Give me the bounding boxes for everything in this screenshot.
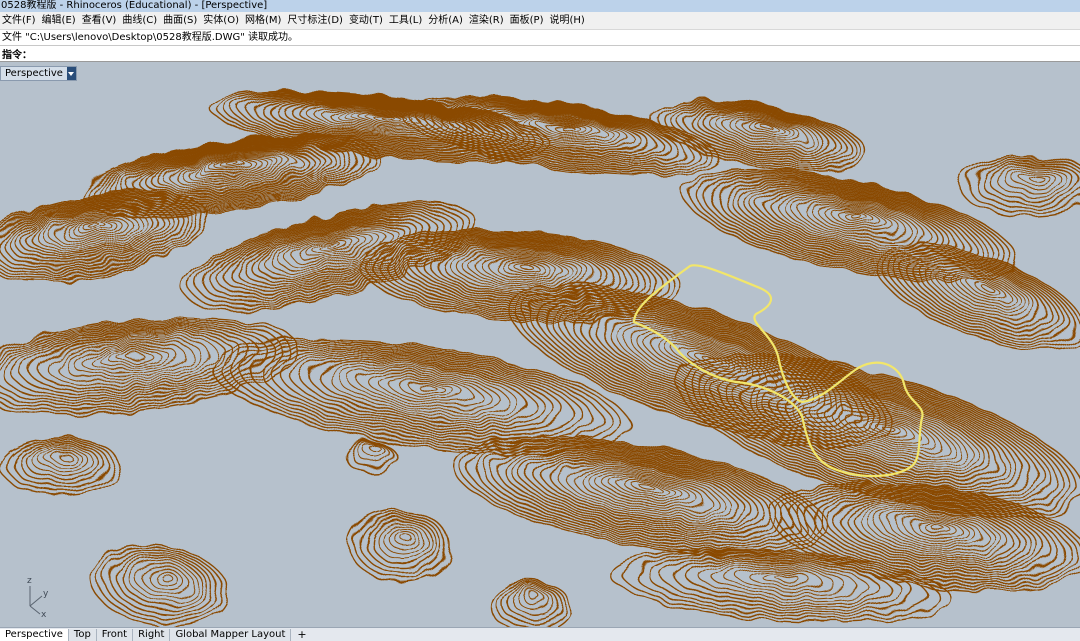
window-titlebar: 0528教程版 - Rhinoceros (Educational) - [Pe…	[0, 0, 1080, 12]
menu-edit[interactable]: 编辑(E)	[40, 12, 80, 29]
viewport-tab-bar: Perspective Top Front Right Global Mappe…	[0, 627, 1080, 641]
menu-analyze[interactable]: 分析(A)	[426, 12, 467, 29]
terrain-contour-model[interactable]	[0, 66, 1080, 627]
viewport-perspective[interactable]: Perspective z y x	[0, 62, 1080, 627]
window-title: 0528教程版 - Rhinoceros (Educational) - [Pe…	[1, 0, 268, 11]
menu-solid[interactable]: 实体(O)	[201, 12, 243, 29]
tab-top[interactable]: Top	[68, 629, 97, 641]
menu-help[interactable]: 说明(H)	[548, 12, 589, 29]
menu-transform[interactable]: 变动(T)	[347, 12, 387, 29]
command-history: 文件 "C:\Users\lenovo\Desktop\0528教程版.DWG"…	[0, 30, 1080, 45]
menu-surface[interactable]: 曲面(S)	[161, 12, 201, 29]
command-input[interactable]	[32, 46, 1080, 61]
tab-perspective[interactable]: Perspective	[0, 629, 69, 641]
axis-label-y: y	[43, 589, 49, 599]
tab-right[interactable]: Right	[133, 629, 171, 641]
menu-dimension[interactable]: 尺寸标注(D)	[285, 12, 347, 29]
menu-mesh[interactable]: 网格(M)	[243, 12, 285, 29]
viewport-title-tab[interactable]: Perspective	[0, 66, 77, 81]
axis-label-x: x	[41, 610, 47, 618]
menu-panels[interactable]: 面板(P)	[508, 12, 548, 29]
command-prompt: 指令：	[0, 45, 1080, 62]
viewport-name[interactable]: Perspective	[1, 67, 67, 80]
axis-triad-icon: z y x	[27, 576, 49, 618]
axis-label-z: z	[27, 576, 32, 586]
menu-tools[interactable]: 工具(L)	[387, 12, 426, 29]
tab-global-mapper-layout[interactable]: Global Mapper Layout	[170, 629, 292, 641]
menu-render[interactable]: 渲染(R)	[467, 12, 508, 29]
menu-view[interactable]: 查看(V)	[80, 12, 121, 29]
menu-bar: 文件(F) 编辑(E) 查看(V) 曲线(C) 曲面(S) 实体(O) 网格(M…	[0, 12, 1080, 30]
viewport-menu-arrow-icon[interactable]	[66, 67, 76, 80]
menu-file[interactable]: 文件(F)	[0, 12, 40, 29]
menu-curve[interactable]: 曲线(C)	[120, 12, 161, 29]
add-tab-icon[interactable]: +	[291, 629, 312, 641]
tab-front[interactable]: Front	[96, 629, 134, 641]
command-prompt-label: 指令：	[2, 50, 32, 61]
